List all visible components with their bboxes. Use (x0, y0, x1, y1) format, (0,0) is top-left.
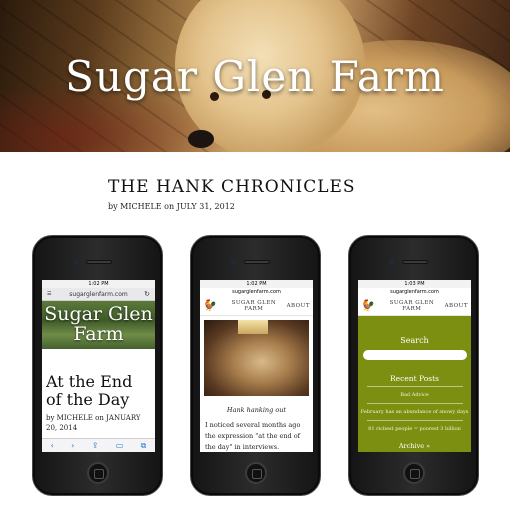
bookmarks-icon[interactable]: ▭ (116, 441, 124, 450)
search-input[interactable] (362, 350, 467, 360)
site-title[interactable]: Sugar Glen Farm (0, 52, 510, 101)
nav-about-link[interactable]: ABOUT (445, 303, 468, 309)
hen-logo-icon[interactable]: 🐓 (361, 299, 375, 312)
recent-posts-heading: Recent Posts (390, 374, 439, 383)
front-camera (73, 259, 78, 264)
header-banner: Sugar Glen Farm (0, 0, 510, 152)
divider (366, 420, 463, 421)
dog-photo (204, 320, 309, 396)
post-byline: by MICHELE on JULY 31, 2012 (108, 202, 235, 211)
earpiece-speaker (86, 260, 112, 264)
archive-link[interactable]: Archive » (358, 442, 471, 450)
front-camera (389, 259, 394, 264)
mobile-banner: Sugar Glen Farm (42, 301, 155, 349)
recent-post-link[interactable]: February has an abundance of snowy days (358, 409, 471, 415)
mobile-nav: 🐓 SUGAR GLEN FARM ABOUT (358, 296, 471, 316)
mobile-post-byline: by MICHELE on JANUARY 20, 2014 (46, 414, 141, 432)
phone-screen-3: 1:03 PM sugarglenfarm.com 🐓 SUGAR GLEN F… (358, 280, 471, 452)
dog-nose (188, 130, 214, 148)
forward-icon[interactable]: › (71, 441, 74, 450)
back-icon[interactable]: ‹ (51, 441, 54, 450)
home-button[interactable] (403, 462, 425, 484)
post-body-text: I noticed several months ago the express… (205, 421, 301, 451)
status-bar: 1:02 PM (42, 280, 155, 288)
phone-screen-2: 1:02 PM sugarglenfarm.com 🐓 SUGAR GLEN F… (200, 280, 313, 452)
url-text: sugarglenfarm.com (358, 288, 471, 296)
photo-caption: Hank hanking out (226, 406, 287, 414)
mobile-post-heading[interactable]: At the End of the Day (42, 349, 155, 409)
phone-mockup-2: 1:02 PM sugarglenfarm.com 🐓 SUGAR GLEN F… (190, 235, 321, 496)
status-bar: 1:02 PM (200, 280, 313, 288)
nav-site-link[interactable]: SUGAR GLEN FARM (221, 300, 286, 312)
search-label: Search (400, 336, 429, 345)
nav-about-link[interactable]: ABOUT (287, 303, 310, 309)
recent-post-link[interactable]: 81 richest people = poorest 3 billion (358, 426, 471, 432)
nav-site-link[interactable]: SUGAR GLEN FARM (379, 300, 444, 312)
earpiece-speaker (244, 260, 270, 264)
url-text: sugarglenfarm.com (200, 288, 313, 296)
phone-screen-1: 1:02 PM ☰ sugarglenfarm.com ↻ Sugar Glen… (42, 280, 155, 452)
divider (366, 403, 463, 404)
home-button[interactable] (87, 462, 109, 484)
phone-mockup-1: 1:02 PM ☰ sugarglenfarm.com ↻ Sugar Glen… (32, 235, 163, 496)
photo-lamp (238, 320, 268, 334)
hen-logo-icon[interactable]: 🐓 (203, 299, 217, 312)
tabs-icon[interactable]: ⧉ (141, 441, 147, 451)
post-title[interactable]: THE HANK CHRONICLES (108, 177, 356, 197)
recent-post-link[interactable]: Bad Advice (358, 392, 471, 398)
browser-toolbar: ‹ › ⇪ ▭ ⧉ (42, 438, 155, 452)
reader-icon[interactable]: ☰ (47, 288, 51, 301)
sidebar-panel: Search Recent Posts Bad Advice February … (358, 316, 471, 452)
mobile-nav: 🐓 SUGAR GLEN FARM ABOUT (200, 296, 313, 316)
url-bar[interactable]: ☰ sugarglenfarm.com ↻ (42, 288, 155, 301)
share-icon[interactable]: ⇪ (92, 441, 99, 450)
home-button[interactable] (245, 462, 267, 484)
divider (366, 386, 463, 387)
reload-icon[interactable]: ↻ (144, 288, 150, 301)
status-bar: 1:03 PM (358, 280, 471, 288)
earpiece-speaker (402, 260, 428, 264)
url-text: sugarglenfarm.com (69, 291, 128, 298)
front-camera (231, 259, 236, 264)
phone-mockup-3: 1:03 PM sugarglenfarm.com 🐓 SUGAR GLEN F… (348, 235, 479, 496)
mobile-site-title[interactable]: Sugar Glen Farm (42, 304, 155, 344)
